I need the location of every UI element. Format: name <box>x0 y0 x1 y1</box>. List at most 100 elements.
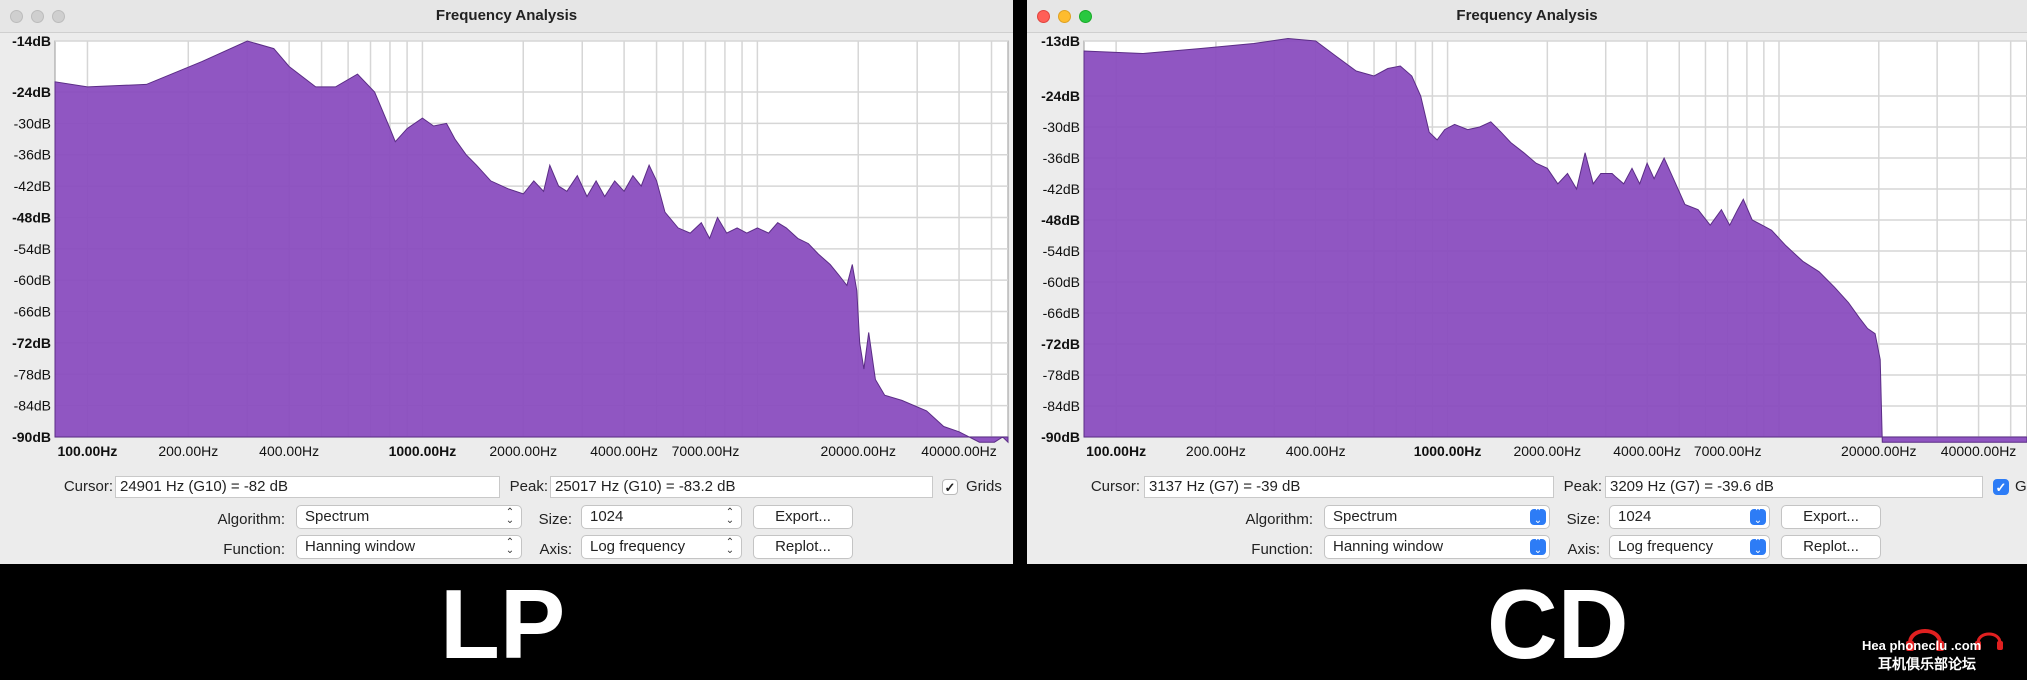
grids-checkbox[interactable]: ✓ <box>942 479 958 495</box>
x-tick-label: 200.00Hz <box>1186 443 1246 459</box>
axis-select[interactable]: Log frequency ⌃ ⌄ <box>1609 535 1770 559</box>
spectrum-plot[interactable]: -14dB -24dB -30dB -36dB -42dB -48dB -54dB -60dB… <box>0 32 1013 462</box>
y-tick-label: -72dB <box>12 335 51 351</box>
x-tick-label: 4000.00Hz <box>590 443 658 459</box>
x-tick-label: 7000.00Hz <box>1694 443 1762 459</box>
y-tick-label: -78dB <box>1043 367 1080 383</box>
svg-text:耳机俱乐部论坛: 耳机俱乐部论坛 <box>1878 656 1976 673</box>
y-tick-label: -42dB <box>14 178 51 194</box>
cd-caption: CD <box>1487 569 1629 679</box>
y-tick-label: -72dB <box>1041 336 1080 352</box>
y-tick-label: -54dB <box>1043 243 1080 259</box>
x-tick-label: 1000.00Hz <box>389 443 457 459</box>
x-tick-label: 20000.00Hz <box>820 443 896 459</box>
y-tick-label: -66dB <box>14 304 51 320</box>
peak-readout: 3209 Hz (G7) = -39.6 dB <box>1605 476 1983 498</box>
function-label: Function: <box>223 541 285 558</box>
headphoneclub-logo: Hea phoneclu .com 耳机俱乐部论坛 <box>1860 615 2020 680</box>
axis-select[interactable]: Log frequency ⌃ ⌄ <box>581 535 742 559</box>
function-select[interactable]: Hanning window ⌃ ⌄ <box>296 535 522 559</box>
y-tick-label: -48dB <box>1041 212 1080 228</box>
x-tick-label: 100.00Hz <box>57 443 117 459</box>
function-label: Function: <box>1251 541 1313 558</box>
axis-value: Log frequency <box>590 538 686 555</box>
function-value: Hanning window <box>305 538 416 555</box>
replot-button[interactable]: Replot... <box>753 535 853 559</box>
x-tick-label: 200.00Hz <box>158 443 218 459</box>
export-button[interactable]: Export... <box>753 505 853 529</box>
y-tick-label: -48dB <box>12 209 51 225</box>
chevron-up-down-icon: ⌃ ⌄ <box>725 537 735 556</box>
grids-label: Grids <box>966 478 1002 495</box>
chevron-up-down-icon: ⌃ ⌄ <box>725 507 735 526</box>
size-value: 1024 <box>1618 508 1652 525</box>
x-tick-label: 2000.00Hz <box>1513 443 1581 459</box>
y-tick-label: -36dB <box>1043 150 1080 166</box>
x-tick-label: 4000.00Hz <box>1613 443 1681 459</box>
y-tick-label: -36dB <box>14 147 51 163</box>
grids-label: Grids <box>2015 478 2027 495</box>
axis-label: Axis: <box>1567 541 1600 558</box>
algorithm-value: Spectrum <box>305 508 370 525</box>
y-tick-label: -60dB <box>1043 274 1080 290</box>
lp-caption: LP <box>440 569 566 679</box>
y-tick-label: -24dB <box>1041 88 1080 104</box>
title-bar: Frequency Analysis <box>0 0 1013 33</box>
size-select[interactable]: 1024 ⌃ ⌄ <box>1609 505 1770 529</box>
size-label: Size: <box>1566 511 1600 528</box>
y-tick-label: -54dB <box>14 241 51 257</box>
frequency-analysis-window-lp: Frequency Analysis -14dB -24dB -30dB -36dB -… <box>0 0 1013 564</box>
algorithm-label: Algorithm: <box>217 511 285 528</box>
function-value: Hanning window <box>1333 538 1444 555</box>
window-title: Frequency Analysis <box>1456 7 1598 24</box>
y-tick-label: -90dB <box>1041 429 1080 445</box>
y-tick-label: -78dB <box>14 366 51 382</box>
replot-button[interactable]: Replot... <box>1781 535 1881 559</box>
cursor-label: Cursor: <box>63 478 113 495</box>
axis-value: Log frequency <box>1618 538 1714 555</box>
x-tick-label: 40000.00Hz <box>1941 443 2017 459</box>
x-tick-label: 400.00Hz <box>259 443 319 459</box>
algorithm-select[interactable]: Spectrum ⌃ ⌄ <box>1324 505 1550 529</box>
window-title: Frequency Analysis <box>435 7 578 24</box>
y-tick-label: -30dB <box>1043 119 1080 135</box>
x-tick-label: 100.00Hz <box>1086 443 1146 459</box>
chevron-up-down-icon: ⌃ ⌄ <box>1530 538 1546 556</box>
chevron-up-down-icon: ⌃ ⌄ <box>505 537 515 556</box>
grids-checkbox[interactable]: ✓ <box>1993 479 2009 495</box>
y-tick-label: -24dB <box>12 84 51 100</box>
svg-text:Hea phoneclu .com: Hea phoneclu .com <box>1862 638 1981 653</box>
x-tick-label: 1000.00Hz <box>1414 443 1482 459</box>
algorithm-select[interactable]: Spectrum ⌃ ⌄ <box>296 505 522 529</box>
chevron-up-down-icon: ⌃ ⌄ <box>505 507 515 526</box>
x-tick-label: 40000.00Hz <box>921 443 997 459</box>
headphone-logo-icon: Hea phoneclu .com 耳机俱乐部论坛 <box>1862 629 2003 673</box>
algorithm-value: Spectrum <box>1333 508 1398 525</box>
y-tick-label: -42dB <box>1043 181 1080 197</box>
peak-label: Peak: <box>1563 478 1602 495</box>
y-tick-label: -66dB <box>1043 305 1080 321</box>
frequency-analysis-window-cd: Frequency Analysis -13dB -24dB -30dB -36dB -… <box>1027 0 2027 564</box>
x-tick-label: 400.00Hz <box>1286 443 1346 459</box>
peak-readout: 25017 Hz (G10) = -83.2 dB <box>550 476 933 498</box>
x-tick-label: 20000.00Hz <box>1841 443 1917 459</box>
y-tick-label: -60dB <box>14 272 51 288</box>
chevron-up-down-icon: ⌃ ⌄ <box>1750 508 1766 526</box>
x-tick-label: 2000.00Hz <box>489 443 557 459</box>
spectrum-plot[interactable]: -13dB -24dB -30dB -36dB -42dB -48dB -54dB -60dB… <box>1027 32 2027 462</box>
y-tick-label: -13dB <box>1041 33 1080 49</box>
title-bar: Frequency Analysis <box>1027 0 2027 33</box>
y-tick-label: -84dB <box>1043 398 1080 414</box>
cursor-label: Cursor: <box>1090 478 1140 495</box>
export-button[interactable]: Export... <box>1781 505 1881 529</box>
size-select[interactable]: 1024 ⌃ ⌄ <box>581 505 742 529</box>
size-value: 1024 <box>590 508 624 525</box>
y-tick-label: -84dB <box>14 398 51 414</box>
size-label: Size: <box>538 511 572 528</box>
cursor-readout: 3137 Hz (G7) = -39 dB <box>1144 476 1554 498</box>
algorithm-label: Algorithm: <box>1245 511 1313 528</box>
chevron-up-down-icon: ⌃ ⌄ <box>1750 538 1766 556</box>
x-tick-label: 7000.00Hz <box>672 443 740 459</box>
function-select[interactable]: Hanning window ⌃ ⌄ <box>1324 535 1550 559</box>
y-tick-label: -30dB <box>14 115 51 131</box>
